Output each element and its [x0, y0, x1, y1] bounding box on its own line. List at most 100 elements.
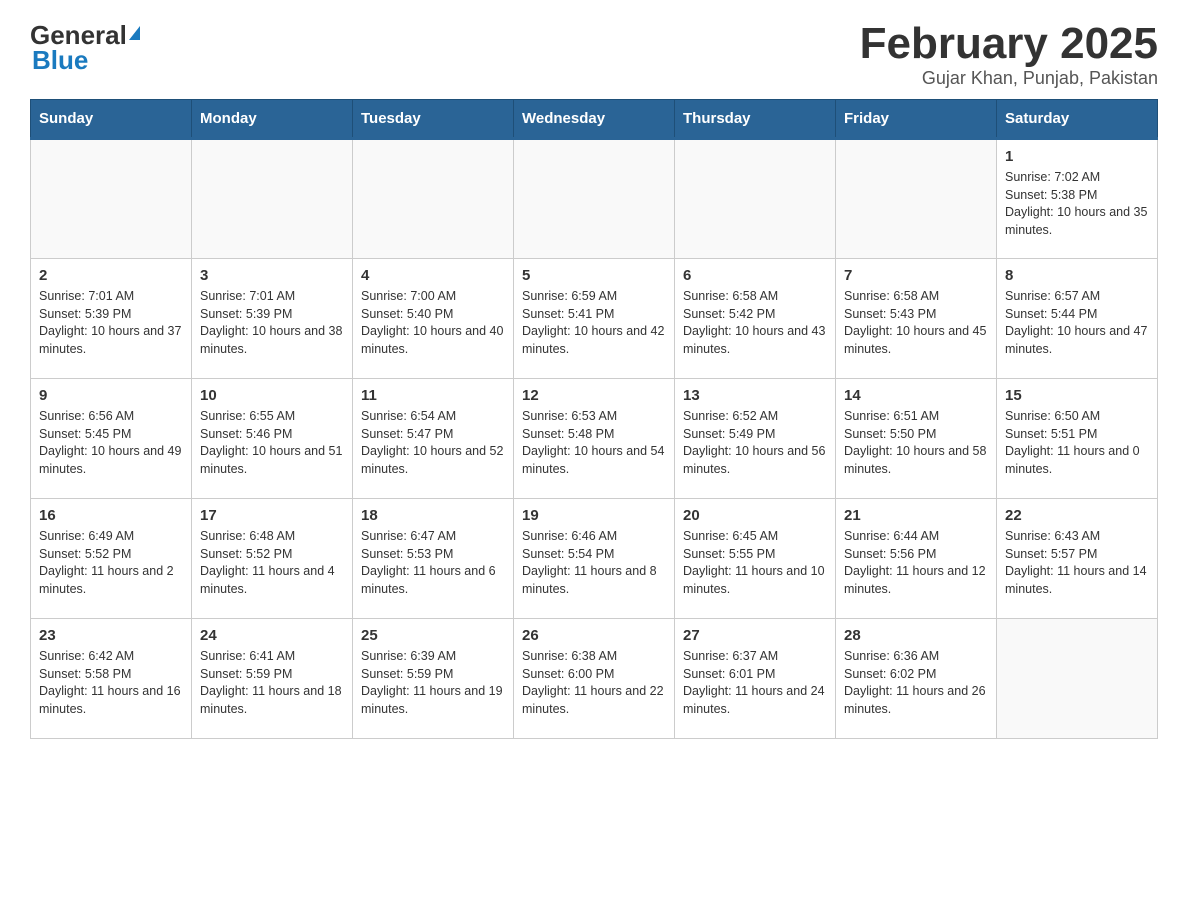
day-info: Sunset: 5:38 PM [1005, 187, 1149, 205]
calendar-cell [997, 619, 1158, 739]
day-number: 17 [200, 505, 344, 526]
day-number: 1 [1005, 146, 1149, 167]
day-number: 21 [844, 505, 988, 526]
day-info: Sunset: 5:39 PM [39, 306, 183, 324]
day-info: Daylight: 10 hours and 43 minutes. [683, 323, 827, 358]
day-header-monday: Monday [192, 100, 353, 139]
day-info: Sunrise: 7:02 AM [1005, 169, 1149, 187]
day-info: Sunrise: 6:36 AM [844, 648, 988, 666]
week-row-3: 9 Sunrise: 6:56 AMSunset: 5:45 PM Daylight… [31, 379, 1158, 499]
day-number: 22 [1005, 505, 1149, 526]
day-info: Sunset: 5:52 PM [200, 546, 344, 564]
day-info: Daylight: 10 hours and 58 minutes. [844, 443, 988, 478]
day-info: Sunset: 5:47 PM [361, 426, 505, 444]
day-info: Daylight: 11 hours and 10 minutes. [683, 563, 827, 598]
day-info: Sunset: 5:51 PM [1005, 426, 1149, 444]
day-number: 3 [200, 265, 344, 286]
day-info: Daylight: 11 hours and 26 minutes. [844, 683, 988, 718]
calendar-cell: 14Sunrise: 6:51 AMSunset: 5:50 PMDayligh… [836, 379, 997, 499]
day-info: Sunrise: 6:53 AM [522, 408, 666, 426]
calendar-cell: 21Sunrise: 6:44 AMSunset: 5:56 PMDayligh… [836, 499, 997, 619]
day-info: Sunrise: 6:54 AM [361, 408, 505, 426]
day-info: Sunset: 5:41 PM [522, 306, 666, 324]
day-number: 18 [361, 505, 505, 526]
day-number: 19 [522, 505, 666, 526]
day-info: Sunset: 5:58 PM [39, 666, 183, 684]
day-info: Sunset: 5:50 PM [844, 426, 988, 444]
calendar-cell [675, 139, 836, 259]
day-info: Sunrise: 6:56 AM [39, 408, 183, 426]
day-number: 4 [361, 265, 505, 286]
logo-blue-text: Blue [32, 45, 88, 76]
calendar-subtitle: Gujar Khan, Punjab, Pakistan [860, 68, 1158, 89]
logo-triangle-icon [129, 26, 140, 40]
calendar-cell [353, 139, 514, 259]
day-info: Sunset: 5:56 PM [844, 546, 988, 564]
calendar-cell: 17Sunrise: 6:48 AMSunset: 5:52 PMDayligh… [192, 499, 353, 619]
day-info: Sunset: 5:55 PM [683, 546, 827, 564]
week-row-1: 1Sunrise: 7:02 AMSunset: 5:38 PMDaylight… [31, 139, 1158, 259]
day-number: 6 [683, 265, 827, 286]
calendar-cell: 16Sunrise: 6:49 AMSunset: 5:52 PMDayligh… [31, 499, 192, 619]
day-info: Sunset: 6:01 PM [683, 666, 827, 684]
day-number: 2 [39, 265, 183, 286]
day-info: Sunrise: 6:44 AM [844, 528, 988, 546]
day-number: 28 [844, 625, 988, 646]
day-header-row: SundayMondayTuesdayWednesdayThursdayFrid… [31, 100, 1158, 139]
calendar-cell [836, 139, 997, 259]
day-info: Sunrise: 6:58 AM [683, 288, 827, 306]
day-number: 24 [200, 625, 344, 646]
day-info: Sunrise: 6:48 AM [200, 528, 344, 546]
week-row-4: 16Sunrise: 6:49 AMSunset: 5:52 PMDayligh… [31, 499, 1158, 619]
day-number: 14 [844, 385, 988, 406]
day-info: Sunrise: 6:58 AM [844, 288, 988, 306]
day-header-friday: Friday [836, 100, 997, 139]
day-info: Sunset: 6:02 PM [844, 666, 988, 684]
day-info: Daylight: 11 hours and 16 minutes. [39, 683, 183, 718]
day-header-sunday: Sunday [31, 100, 192, 139]
day-info: Sunrise: 6:57 AM [1005, 288, 1149, 306]
day-info: Sunset: 5:49 PM [683, 426, 827, 444]
day-info: Sunrise: 6:49 AM [39, 528, 183, 546]
calendar-cell: 22Sunrise: 6:43 AMSunset: 5:57 PMDayligh… [997, 499, 1158, 619]
day-number: 25 [361, 625, 505, 646]
day-number: 7 [844, 265, 988, 286]
day-info: Sunrise: 6:45 AM [683, 528, 827, 546]
calendar-cell: 4Sunrise: 7:00 AMSunset: 5:40 PMDaylight… [353, 259, 514, 379]
calendar-cell: 5Sunrise: 6:59 AMSunset: 5:41 PMDaylight… [514, 259, 675, 379]
day-info: Sunset: 6:00 PM [522, 666, 666, 684]
day-info: Daylight: 11 hours and 22 minutes. [522, 683, 666, 718]
day-info: Daylight: 11 hours and 14 minutes. [1005, 563, 1149, 598]
calendar-cell: 13Sunrise: 6:52 AMSunset: 5:49 PMDayligh… [675, 379, 836, 499]
day-info: Sunrise: 6:59 AM [522, 288, 666, 306]
day-number: 9 [39, 385, 183, 406]
day-info: Daylight: 10 hours and 52 minutes. [361, 443, 505, 478]
calendar-cell: 3Sunrise: 7:01 AMSunset: 5:39 PMDaylight… [192, 259, 353, 379]
calendar-cell: 18Sunrise: 6:47 AMSunset: 5:53 PMDayligh… [353, 499, 514, 619]
calendar-cell: 25Sunrise: 6:39 AMSunset: 5:59 PMDayligh… [353, 619, 514, 739]
calendar-cell: 10Sunrise: 6:55 AMSunset: 5:46 PMDayligh… [192, 379, 353, 499]
day-info: Sunset: 5:54 PM [522, 546, 666, 564]
week-row-2: 2Sunrise: 7:01 AMSunset: 5:39 PMDaylight… [31, 259, 1158, 379]
day-info: Sunrise: 6:43 AM [1005, 528, 1149, 546]
day-info: Sunset: 5:52 PM [39, 546, 183, 564]
day-info: Daylight: 10 hours and 42 minutes. [522, 323, 666, 358]
calendar-cell: 27Sunrise: 6:37 AMSunset: 6:01 PMDayligh… [675, 619, 836, 739]
calendar-cell: 19Sunrise: 6:46 AMSunset: 5:54 PMDayligh… [514, 499, 675, 619]
title-block: February 2025 Gujar Khan, Punjab, Pakist… [860, 20, 1158, 89]
day-number: 27 [683, 625, 827, 646]
day-info: Sunset: 5:45 PM [39, 426, 183, 444]
calendar-cell: 7Sunrise: 6:58 AMSunset: 5:43 PMDaylight… [836, 259, 997, 379]
day-info: Sunset: 5:40 PM [361, 306, 505, 324]
day-info: Daylight: 11 hours and 18 minutes. [200, 683, 344, 718]
day-info: Sunset: 5:44 PM [1005, 306, 1149, 324]
day-info: Sunrise: 6:55 AM [200, 408, 344, 426]
calendar-cell: 9Sunrise: 6:56 AMSunset: 5:45 PMDaylight… [31, 379, 192, 499]
day-info: Sunrise: 6:47 AM [361, 528, 505, 546]
logo: General Blue [30, 20, 140, 76]
day-number: 8 [1005, 265, 1149, 286]
day-info: Daylight: 11 hours and 6 minutes. [361, 563, 505, 598]
calendar-cell: 24Sunrise: 6:41 AMSunset: 5:59 PMDayligh… [192, 619, 353, 739]
day-info: Sunrise: 6:50 AM [1005, 408, 1149, 426]
day-info: Daylight: 11 hours and 24 minutes. [683, 683, 827, 718]
